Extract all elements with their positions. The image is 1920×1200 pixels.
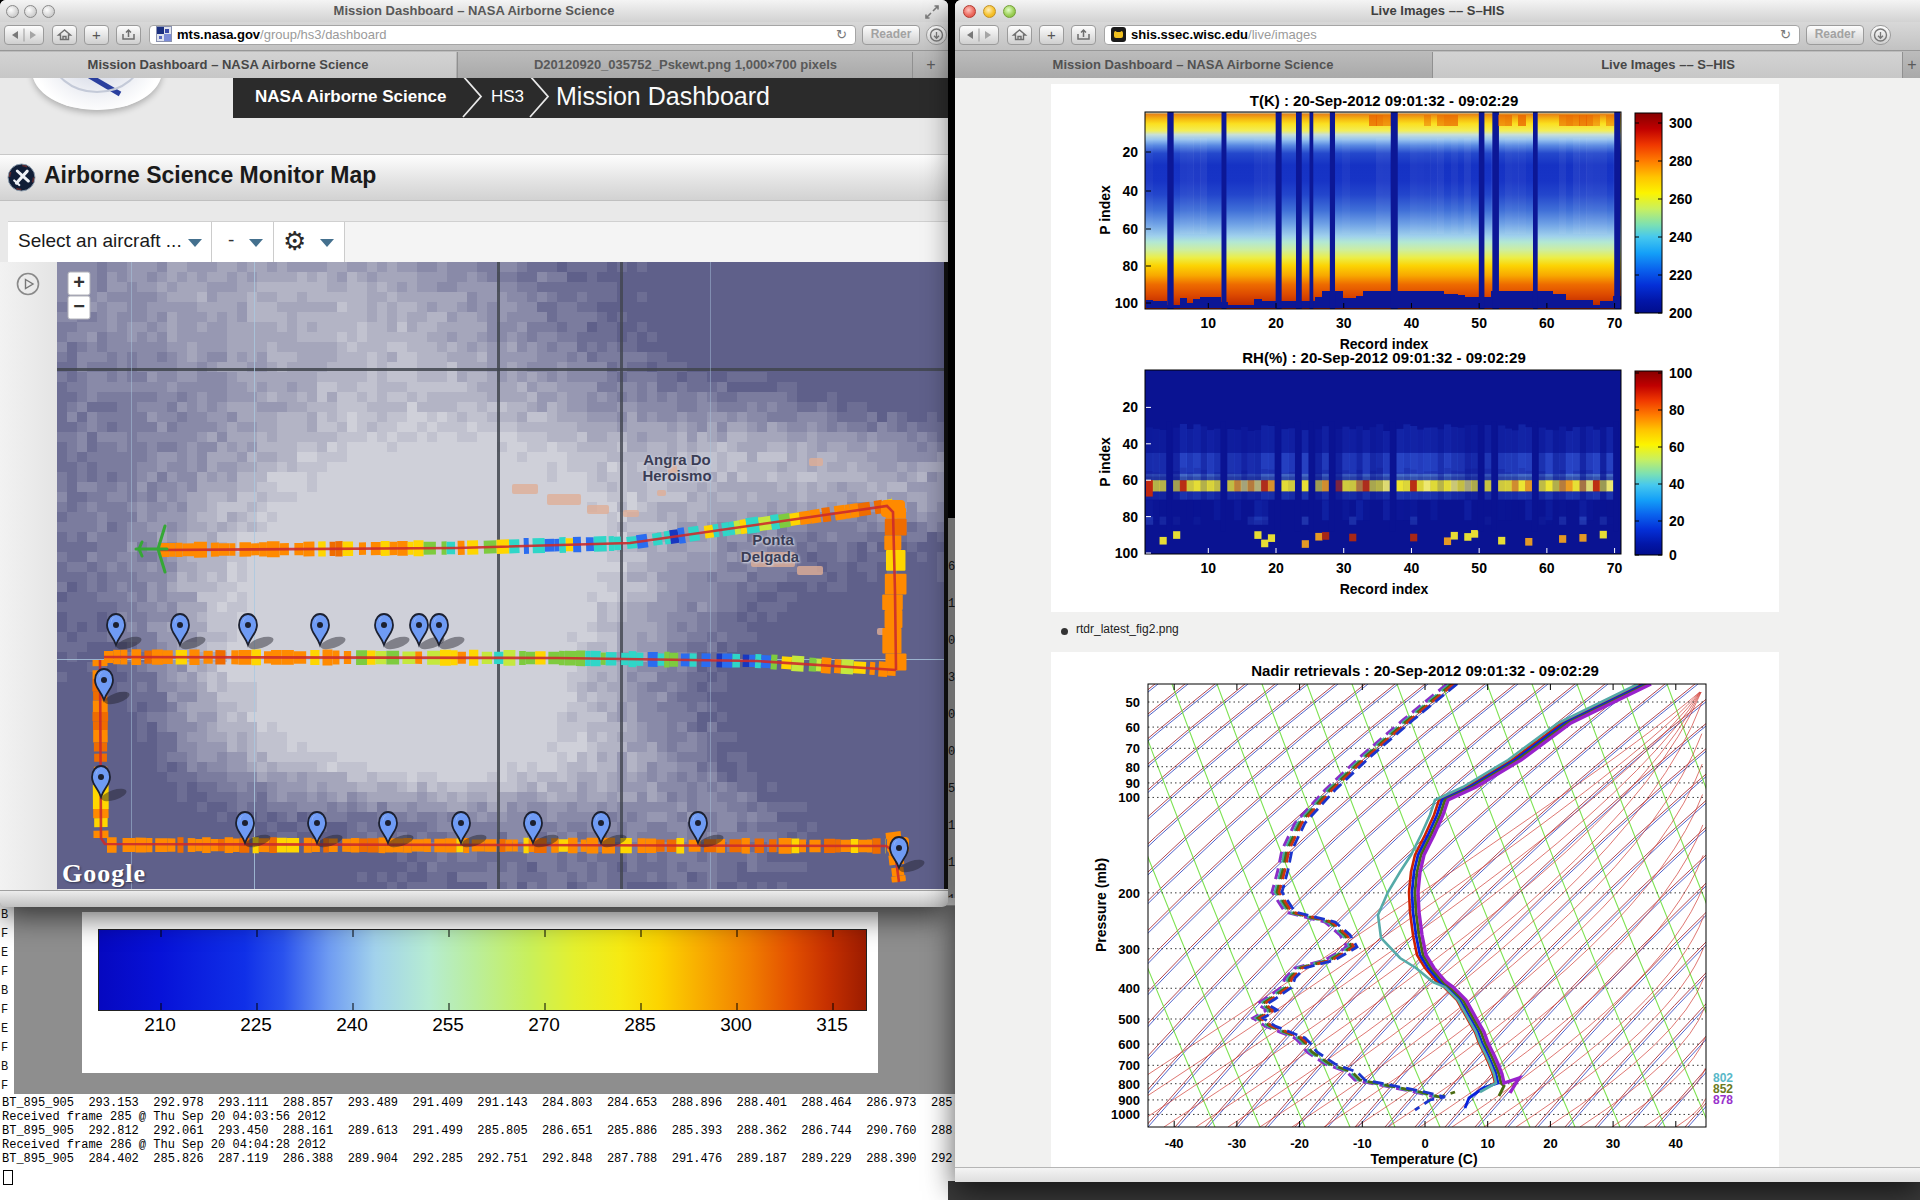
svg-text:Heroismo: Heroismo	[642, 467, 711, 484]
svg-text:200: 200	[1118, 886, 1140, 901]
svg-text:Angra Do: Angra Do	[643, 451, 711, 468]
svg-text:280: 280	[1669, 153, 1693, 169]
svg-text:700: 700	[1118, 1058, 1140, 1073]
svg-text:10: 10	[1480, 1136, 1494, 1151]
svg-text:10: 10	[1201, 560, 1217, 576]
svg-text:20: 20	[1122, 144, 1138, 160]
svg-text:40: 40	[1122, 183, 1138, 199]
svg-text:P index: P index	[1097, 185, 1113, 235]
svg-text:Nadir retrievals : 20-Sep-2012: Nadir retrievals : 20-Sep-2012 09:01:32 …	[1251, 662, 1599, 679]
svg-text:−: −	[73, 295, 85, 317]
svg-text:Pressure (mb): Pressure (mb)	[1093, 858, 1109, 952]
svg-text:10: 10	[1201, 315, 1217, 331]
svg-text:50: 50	[1471, 315, 1487, 331]
svg-text:260: 260	[1669, 191, 1693, 207]
svg-text:20: 20	[1268, 315, 1284, 331]
svg-text:400: 400	[1118, 981, 1140, 996]
svg-text:300: 300	[1118, 942, 1140, 957]
svg-text:200: 200	[1669, 305, 1693, 321]
svg-text:60: 60	[1669, 439, 1685, 455]
svg-text:100: 100	[1115, 295, 1139, 311]
svg-text:60: 60	[1539, 560, 1555, 576]
svg-text:30: 30	[1336, 560, 1352, 576]
svg-text:70: 70	[1126, 741, 1140, 756]
svg-text:100: 100	[1669, 365, 1693, 381]
svg-text:40: 40	[1404, 560, 1420, 576]
svg-text:60: 60	[1122, 472, 1138, 488]
svg-text:-40: -40	[1165, 1136, 1184, 1151]
svg-text:20: 20	[1669, 513, 1685, 529]
svg-text:0: 0	[1421, 1136, 1428, 1151]
svg-text:90: 90	[1126, 776, 1140, 791]
svg-text:-30: -30	[1228, 1136, 1247, 1151]
svg-text:+: +	[73, 271, 85, 293]
svg-text:100: 100	[1115, 545, 1139, 561]
svg-text:20: 20	[1122, 399, 1138, 415]
svg-text:300: 300	[1669, 115, 1693, 131]
svg-text:20: 20	[1543, 1136, 1557, 1151]
svg-text:T(K) : 20-Sep-2012 09:01:32 -: T(K) : 20-Sep-2012 09:01:32 - 09:02:29	[1250, 92, 1518, 109]
svg-text:70: 70	[1607, 315, 1623, 331]
svg-text:80: 80	[1122, 509, 1138, 525]
svg-text:40: 40	[1404, 315, 1420, 331]
svg-text:80: 80	[1122, 258, 1138, 274]
svg-text:80: 80	[1669, 402, 1685, 418]
svg-text:900: 900	[1118, 1093, 1140, 1108]
svg-text:Record index: Record index	[1340, 581, 1429, 597]
svg-text:878: 878	[1713, 1093, 1733, 1107]
svg-text:240: 240	[1669, 229, 1693, 245]
svg-text:-20: -20	[1290, 1136, 1309, 1151]
svg-text:Ponta: Ponta	[752, 531, 794, 548]
svg-text:RH(%) : 20-Sep-2012 09:01:32 -: RH(%) : 20-Sep-2012 09:01:32 - 09:02:29	[1242, 349, 1525, 366]
svg-text:P index: P index	[1097, 437, 1113, 487]
svg-text:-10: -10	[1353, 1136, 1372, 1151]
svg-text:40: 40	[1669, 1136, 1683, 1151]
svg-text:40: 40	[1669, 476, 1685, 492]
svg-text:100: 100	[1118, 790, 1140, 805]
svg-text:60: 60	[1539, 315, 1555, 331]
svg-text:Google: Google	[62, 859, 146, 888]
svg-text:1000: 1000	[1111, 1107, 1140, 1122]
svg-text:30: 30	[1606, 1136, 1620, 1151]
svg-text:60: 60	[1122, 221, 1138, 237]
svg-text:Temperature (C): Temperature (C)	[1370, 1151, 1477, 1167]
svg-text:Delgada: Delgada	[741, 548, 800, 565]
svg-text:0: 0	[1669, 547, 1677, 563]
svg-text:70: 70	[1607, 560, 1623, 576]
svg-text:40: 40	[1122, 436, 1138, 452]
svg-text:50: 50	[1126, 695, 1140, 710]
svg-text:500: 500	[1118, 1012, 1140, 1027]
svg-text:60: 60	[1126, 720, 1140, 735]
svg-text:80: 80	[1126, 760, 1140, 775]
svg-text:220: 220	[1669, 267, 1693, 283]
svg-text:800: 800	[1118, 1077, 1140, 1092]
svg-text:30: 30	[1336, 315, 1352, 331]
svg-text:600: 600	[1118, 1037, 1140, 1052]
svg-text:20: 20	[1268, 560, 1284, 576]
svg-text:50: 50	[1471, 560, 1487, 576]
